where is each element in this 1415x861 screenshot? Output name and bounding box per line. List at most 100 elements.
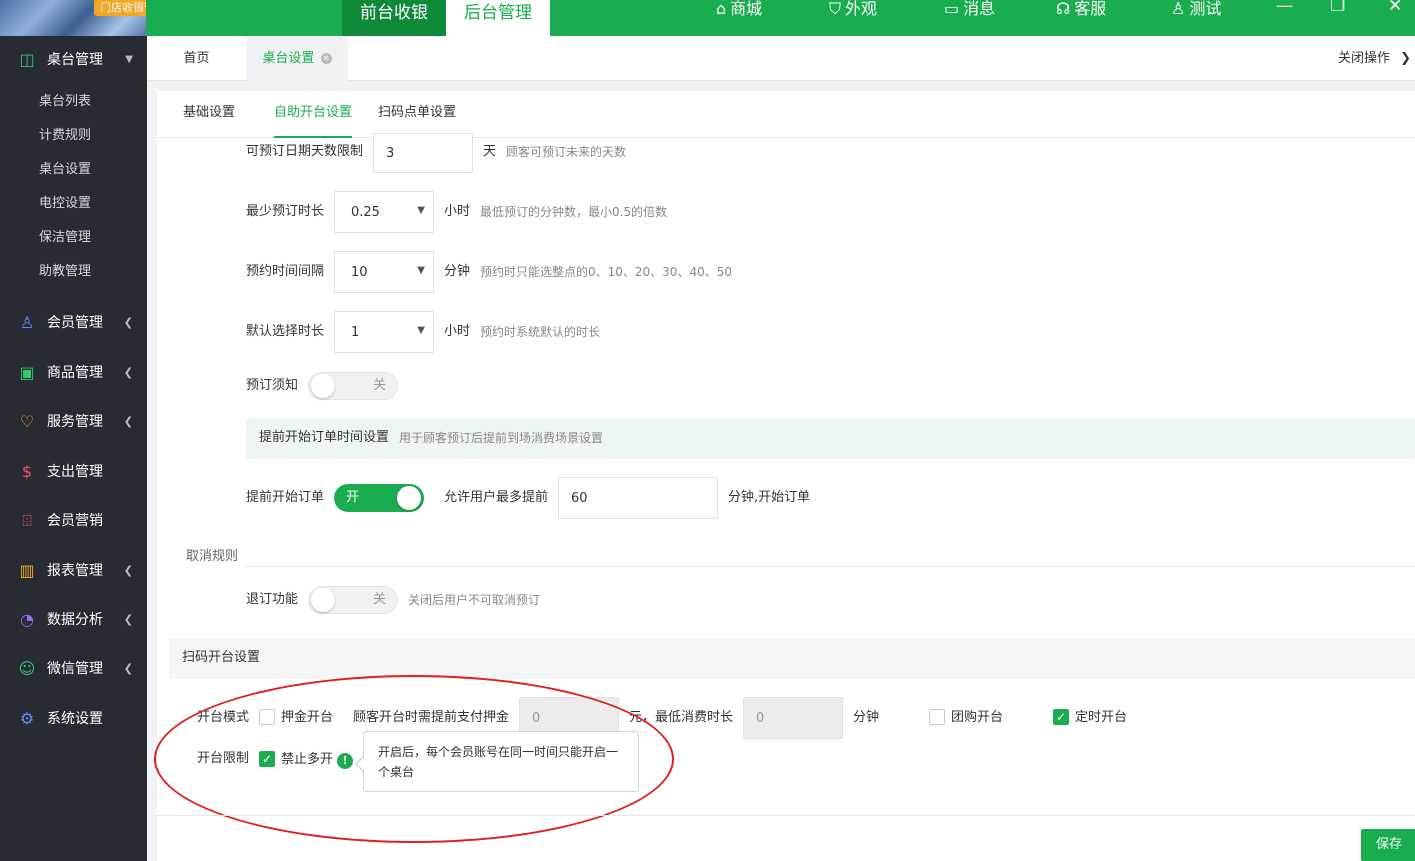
menu-table-management[interactable]: ◫ 桌台管理 ▼ bbox=[0, 43, 147, 77]
chevron-right-icon: ❯ bbox=[1400, 51, 1411, 66]
nav-support[interactable]: ☊ 客服 bbox=[1056, 0, 1106, 24]
menu-system-settings[interactable]: ⚙ 系统设置 bbox=[0, 702, 147, 736]
menu-goods[interactable]: ▣ 商品管理 ❮ bbox=[0, 356, 147, 390]
goods-icon: ▣ bbox=[19, 363, 35, 382]
sidebar-item-billing-rules[interactable]: 计费规则 bbox=[39, 126, 91, 146]
menu-wechat[interactable]: ☺ 微信管理 ❮ bbox=[0, 652, 147, 686]
close-operations-button[interactable]: 关闭操作 ❯ bbox=[1338, 36, 1411, 81]
chevron-left-icon: ❮ bbox=[123, 662, 133, 675]
user-icon: ♙ bbox=[1171, 0, 1186, 18]
notice-label: 预订须知 bbox=[246, 378, 299, 393]
tab-self-service-settings[interactable]: 自助开台设置 bbox=[274, 91, 353, 138]
footer-divider bbox=[157, 815, 1415, 816]
sidebar: ◫ 桌台管理 ▼ 桌台列表 计费规则 桌台设置 电控设置 保洁管理 助教管理 ♙… bbox=[0, 36, 147, 861]
tab-front-cashier[interactable]: 前台收银 bbox=[342, 0, 446, 36]
default-duration-select[interactable]: 1 ▼ bbox=[334, 311, 434, 353]
timed-open-checkbox[interactable]: ✓ bbox=[1053, 709, 1069, 725]
tab-back-admin[interactable]: 后台管理 bbox=[446, 0, 550, 36]
scan-section-title: 扫码开台设置 bbox=[182, 650, 261, 665]
scan-section-header: 扫码开台设置 bbox=[169, 638, 1415, 679]
min-consume-unit: 分钟 bbox=[853, 710, 880, 725]
advance-banner-title: 提前开始订单时间设置 bbox=[259, 430, 390, 445]
toggle-knob bbox=[311, 588, 335, 612]
tab-table-settings[interactable]: 桌台设置 ✕ bbox=[246, 36, 348, 81]
settings-sub-tabs: 基础设置 自助开台设置 扫码点单设置 bbox=[157, 91, 1415, 138]
tab-home[interactable]: 首页 bbox=[147, 36, 246, 81]
chevron-left-icon: ❮ bbox=[123, 613, 133, 626]
nav-appearance[interactable]: ⛉ 外观 bbox=[829, 0, 877, 24]
chevron-down-icon: ▼ bbox=[125, 54, 133, 65]
nav-messages[interactable]: ▭ 消息 bbox=[944, 0, 995, 24]
members-icon: ♙ bbox=[19, 313, 35, 332]
chevron-down-icon: ▼ bbox=[417, 205, 425, 216]
interval-label: 预约时间间隔 bbox=[246, 264, 325, 279]
chevron-left-icon: ❮ bbox=[123, 316, 133, 329]
menu-analytics[interactable]: ◔ 数据分析 ❮ bbox=[0, 603, 147, 637]
refund-toggle[interactable]: 关 bbox=[308, 586, 398, 614]
red-annotation-ellipse bbox=[154, 675, 674, 843]
page-tab-bar: 首页 桌台设置 ✕ 关闭操作 ❯ bbox=[147, 36, 1415, 81]
menu-members[interactable]: ♙ 会员管理 ❮ bbox=[0, 306, 147, 340]
top-bar: 门店收银管理系统 前台收银 后台管理 ⌂商城 ⛉外观 ▭消息 ☊客服 ♙测试 —… bbox=[0, 0, 1415, 36]
group-buy-label: 团购开台 bbox=[951, 710, 1004, 725]
min-duration-select[interactable]: 0.25 ▼ bbox=[334, 191, 434, 233]
advance-minutes-unit: 分钟,开始订单 bbox=[728, 490, 811, 505]
toggle-knob bbox=[311, 374, 335, 398]
sidebar-item-cleaning[interactable]: 保洁管理 bbox=[39, 228, 91, 248]
menu-marketing[interactable]: ⌹ 会员营销 bbox=[0, 504, 147, 538]
sidebar-item-table-list[interactable]: 桌台列表 bbox=[39, 92, 91, 112]
reserve-days-input[interactable]: 3 bbox=[373, 133, 473, 173]
chevron-down-icon: ▼ bbox=[417, 325, 425, 336]
interval-select[interactable]: 10 ▼ bbox=[334, 251, 434, 293]
refund-hint: 关闭后用户不可取消预订 bbox=[408, 593, 541, 607]
minimize-icon[interactable]: — bbox=[1276, 0, 1293, 16]
min-duration-hint: 最低预订的分钟数，最小0.5的倍数 bbox=[480, 205, 668, 219]
min-duration-label: 最少预订时长 bbox=[246, 204, 325, 219]
shirt-icon: ⛉ bbox=[829, 0, 842, 18]
tab-basic-settings[interactable]: 基础设置 bbox=[183, 91, 235, 138]
min-consume-input[interactable]: 0 bbox=[743, 697, 843, 739]
cancel-section-title: 取消规则 bbox=[186, 549, 239, 564]
default-duration-label: 默认选择时长 bbox=[246, 324, 325, 339]
menu-expenses[interactable]: $ 支出管理 bbox=[0, 455, 147, 489]
table-icon: ◫ bbox=[19, 50, 35, 69]
menu-services[interactable]: ♡ 服务管理 ❮ bbox=[0, 405, 147, 439]
bag-icon: ⌂ bbox=[716, 0, 727, 18]
logo-text: 门店收银管理系统 bbox=[94, 0, 146, 16]
timed-open-label: 定时开台 bbox=[1075, 710, 1128, 725]
divider bbox=[246, 566, 1415, 567]
chevron-left-icon: ❮ bbox=[123, 415, 133, 428]
advance-banner: 提前开始订单时间设置 用于顾客预订后提前到场消费场景设置 bbox=[246, 418, 1415, 459]
pie-icon: ◔ bbox=[20, 610, 34, 629]
nav-user[interactable]: ♙ 测试 bbox=[1171, 0, 1221, 24]
toggle-knob bbox=[397, 486, 421, 510]
refund-label: 退订功能 bbox=[246, 592, 299, 607]
interval-unit: 分钟 bbox=[444, 264, 471, 279]
message-icon: ▭ bbox=[944, 0, 960, 18]
advance-minutes-input[interactable]: 60 bbox=[558, 477, 718, 519]
reserve-days-unit: 天 bbox=[483, 144, 497, 159]
sidebar-item-power-control[interactable]: 电控设置 bbox=[39, 194, 91, 214]
sidebar-item-assistant[interactable]: 助教管理 bbox=[39, 262, 91, 282]
gift-icon: ⌹ bbox=[22, 511, 32, 530]
default-duration-unit: 小时 bbox=[444, 324, 471, 339]
advance-start-label: 提前开始订单 bbox=[246, 490, 325, 505]
interval-hint: 预约时只能选整点的0、10、20、30、40、50 bbox=[480, 265, 732, 279]
sidebar-item-table-settings[interactable]: 桌台设置 bbox=[39, 160, 91, 180]
menu-reports[interactable]: ▥ 报表管理 ❮ bbox=[0, 554, 147, 588]
nav-mall[interactable]: ⌂ 商城 bbox=[716, 0, 762, 24]
save-button[interactable]: 保存 bbox=[1361, 829, 1415, 861]
wechat-icon: ☺ bbox=[18, 659, 36, 678]
notice-toggle[interactable]: 关 bbox=[308, 372, 398, 400]
restore-icon[interactable]: ❐ bbox=[1330, 0, 1345, 16]
group-buy-checkbox[interactable] bbox=[929, 709, 945, 725]
advance-allow-label: 允许用户最多提前 bbox=[444, 490, 549, 505]
tab-scan-order-settings[interactable]: 扫码点单设置 bbox=[378, 91, 456, 138]
settings-icon: ⚙ bbox=[19, 709, 35, 728]
close-tab-icon[interactable]: ✕ bbox=[320, 53, 332, 64]
report-icon: ▥ bbox=[19, 561, 35, 580]
close-window-icon[interactable]: ✕ bbox=[1388, 0, 1402, 16]
advance-banner-desc: 用于顾客预订后提前到场消费场景设置 bbox=[399, 431, 604, 445]
chevron-down-icon: ▼ bbox=[417, 265, 425, 276]
advance-start-toggle[interactable]: 开 bbox=[334, 484, 424, 512]
